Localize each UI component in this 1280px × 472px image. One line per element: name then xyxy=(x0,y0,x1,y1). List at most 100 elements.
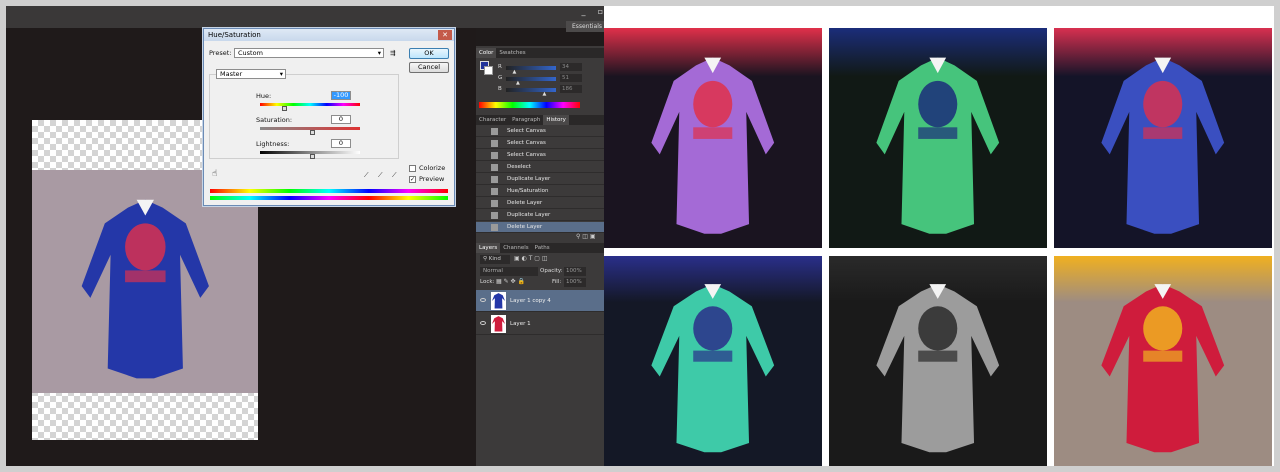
history-item[interactable]: Deselect xyxy=(476,162,604,173)
chevron-down-icon: ▾ xyxy=(279,70,283,78)
document-icon xyxy=(491,188,498,195)
history-item-label: Select Canvas xyxy=(507,128,546,134)
tab-paths[interactable]: Paths xyxy=(532,243,553,253)
eyedropper-plus-icon[interactable]: ⟋ xyxy=(378,171,383,180)
variant-image-gray xyxy=(829,256,1047,466)
saturation-slider[interactable] xyxy=(260,127,360,135)
lock-label: Lock: xyxy=(480,279,495,285)
hue-slider-thumb[interactable] xyxy=(282,106,288,111)
tab-channels[interactable]: Channels xyxy=(500,243,531,253)
history-item[interactable]: Select Canvas xyxy=(476,126,604,137)
layer-row[interactable]: Layer 1 xyxy=(476,313,604,335)
colorize-checkbox[interactable] xyxy=(409,165,416,172)
hue-saturation-dialog: Hue/Saturation ✕ Preset: Custom ▾ ⇶ OK Ca… xyxy=(203,28,455,206)
saturation-input[interactable]: 0 xyxy=(331,115,351,124)
eye-icon[interactable] xyxy=(480,321,486,325)
channel-label-b: B xyxy=(498,86,502,92)
cancel-button[interactable]: Cancel xyxy=(409,62,449,73)
history-item[interactable]: Duplicate Layer xyxy=(476,174,604,185)
document-icon xyxy=(491,212,498,219)
history-item[interactable]: Select Canvas xyxy=(476,150,604,161)
channel-value-g[interactable]: 51 xyxy=(560,74,582,82)
tab-color[interactable]: Color xyxy=(476,48,497,58)
history-item-label: Duplicate Layer xyxy=(507,176,551,182)
blend-mode-select[interactable]: Normal xyxy=(480,267,538,276)
channel-slider-g[interactable]: ▲ xyxy=(506,77,556,86)
channel-slider-b[interactable]: ▲ xyxy=(506,88,556,97)
channel-value-b[interactable]: 186 xyxy=(560,85,582,93)
history-item[interactable]: Select Canvas xyxy=(476,138,604,149)
preset-value: Custom xyxy=(238,49,263,57)
history-item-label: Deselect xyxy=(507,164,531,170)
hue-label: Hue: xyxy=(256,92,272,100)
document-icon xyxy=(491,164,498,171)
channel-value-r[interactable]: 34 xyxy=(560,63,582,71)
lightness-slider-thumb[interactable] xyxy=(310,154,315,159)
history-item-label: Delete Layer xyxy=(507,200,543,206)
adjustment-group xyxy=(209,74,399,159)
layer-filter-select[interactable]: ⚲ Kind xyxy=(480,255,510,264)
document-icon xyxy=(491,200,498,207)
variant-image-blue xyxy=(1054,28,1272,248)
hand-adjust-icon[interactable]: ☝ xyxy=(212,169,217,179)
lightness-input[interactable]: 0 xyxy=(331,139,351,148)
hue-slider[interactable] xyxy=(260,103,360,111)
layer-thumbnail xyxy=(491,315,506,333)
layer-filter-icons[interactable]: ▣ ◐ T ▢ ◫ xyxy=(514,255,548,262)
history-item[interactable]: Delete Layer xyxy=(476,198,604,209)
screenshot-frame: _ ▫ ✕ Essentials Hue/Saturation ✕ Preset… xyxy=(6,6,1274,466)
channel-value: Master xyxy=(220,70,243,78)
saturation-slider-thumb[interactable] xyxy=(310,130,315,135)
history-actions[interactable]: ⚲ ◫ ▣ xyxy=(576,233,596,240)
color-panel-tabs[interactable]: Color Swatches xyxy=(476,48,604,58)
slider-marker-icon: ▲ xyxy=(516,80,520,86)
tab-paragraph[interactable]: Paragraph xyxy=(509,115,543,125)
fill-input[interactable]: 100% xyxy=(564,278,586,287)
eye-icon[interactable] xyxy=(480,298,486,302)
eyedropper-minus-icon[interactable]: ⟋ xyxy=(392,171,397,180)
document-icon xyxy=(491,224,498,231)
color-spectrum[interactable] xyxy=(479,102,580,108)
document-icon xyxy=(491,152,498,159)
document-icon xyxy=(491,176,498,183)
eyedropper-icon[interactable]: ⟋ xyxy=(364,171,369,180)
channel-slider-r[interactable]: ▲ xyxy=(506,66,556,75)
layer-row[interactable]: Layer 1 copy 4 xyxy=(476,290,604,312)
hue-input[interactable]: -100 xyxy=(331,91,351,100)
dialog-close-icon[interactable]: ✕ xyxy=(438,30,452,40)
filter-value: Kind xyxy=(488,256,501,262)
channel-label-r: R xyxy=(498,64,502,70)
dialog-title: Hue/Saturation xyxy=(204,29,454,41)
input-color-bar xyxy=(210,189,448,193)
output-color-bar xyxy=(210,196,448,200)
history-item[interactable]: Hue/Saturation xyxy=(476,186,604,197)
history-item-label: Select Canvas xyxy=(507,140,546,146)
preset-options-icon[interactable]: ⇶ xyxy=(390,49,395,57)
channel-select[interactable]: Master ▾ xyxy=(216,69,286,79)
history-item[interactable]: Delete Layer xyxy=(476,222,604,233)
lock-icons[interactable]: ▦ ✎ ✥ 🔒 xyxy=(496,278,525,285)
preview-checkbox[interactable]: ✓ xyxy=(409,176,416,183)
preset-select[interactable]: Custom ▾ xyxy=(234,48,384,58)
tab-character[interactable]: Character xyxy=(476,115,509,125)
history-item-label: Duplicate Layer xyxy=(507,212,551,218)
ok-button[interactable]: OK xyxy=(409,48,449,59)
saturation-label: Saturation: xyxy=(256,116,293,124)
tab-history[interactable]: History xyxy=(543,115,569,125)
history-panel-tabs[interactable]: Character Paragraph History xyxy=(476,115,604,125)
history-item-label: Hue/Saturation xyxy=(507,188,549,194)
variant-image-red xyxy=(1054,256,1272,466)
layers-panel-tabs[interactable]: Layers Channels Paths xyxy=(476,243,604,253)
variant-image-violet xyxy=(604,28,822,248)
lightness-slider[interactable] xyxy=(260,151,360,159)
opacity-input[interactable]: 100% xyxy=(564,267,586,276)
tab-layers[interactable]: Layers xyxy=(476,243,501,253)
minimize-button[interactable]: _ xyxy=(577,7,590,16)
tab-swatches[interactable]: Swatches xyxy=(496,48,528,58)
background-swatch[interactable] xyxy=(484,66,493,75)
layer-name: Layer 1 copy 4 xyxy=(510,298,551,304)
opacity-label: Opacity: xyxy=(540,268,563,274)
workspace-switcher[interactable]: Essentials xyxy=(566,21,609,32)
preview-label: Preview xyxy=(419,175,445,183)
history-item[interactable]: Duplicate Layer xyxy=(476,210,604,221)
